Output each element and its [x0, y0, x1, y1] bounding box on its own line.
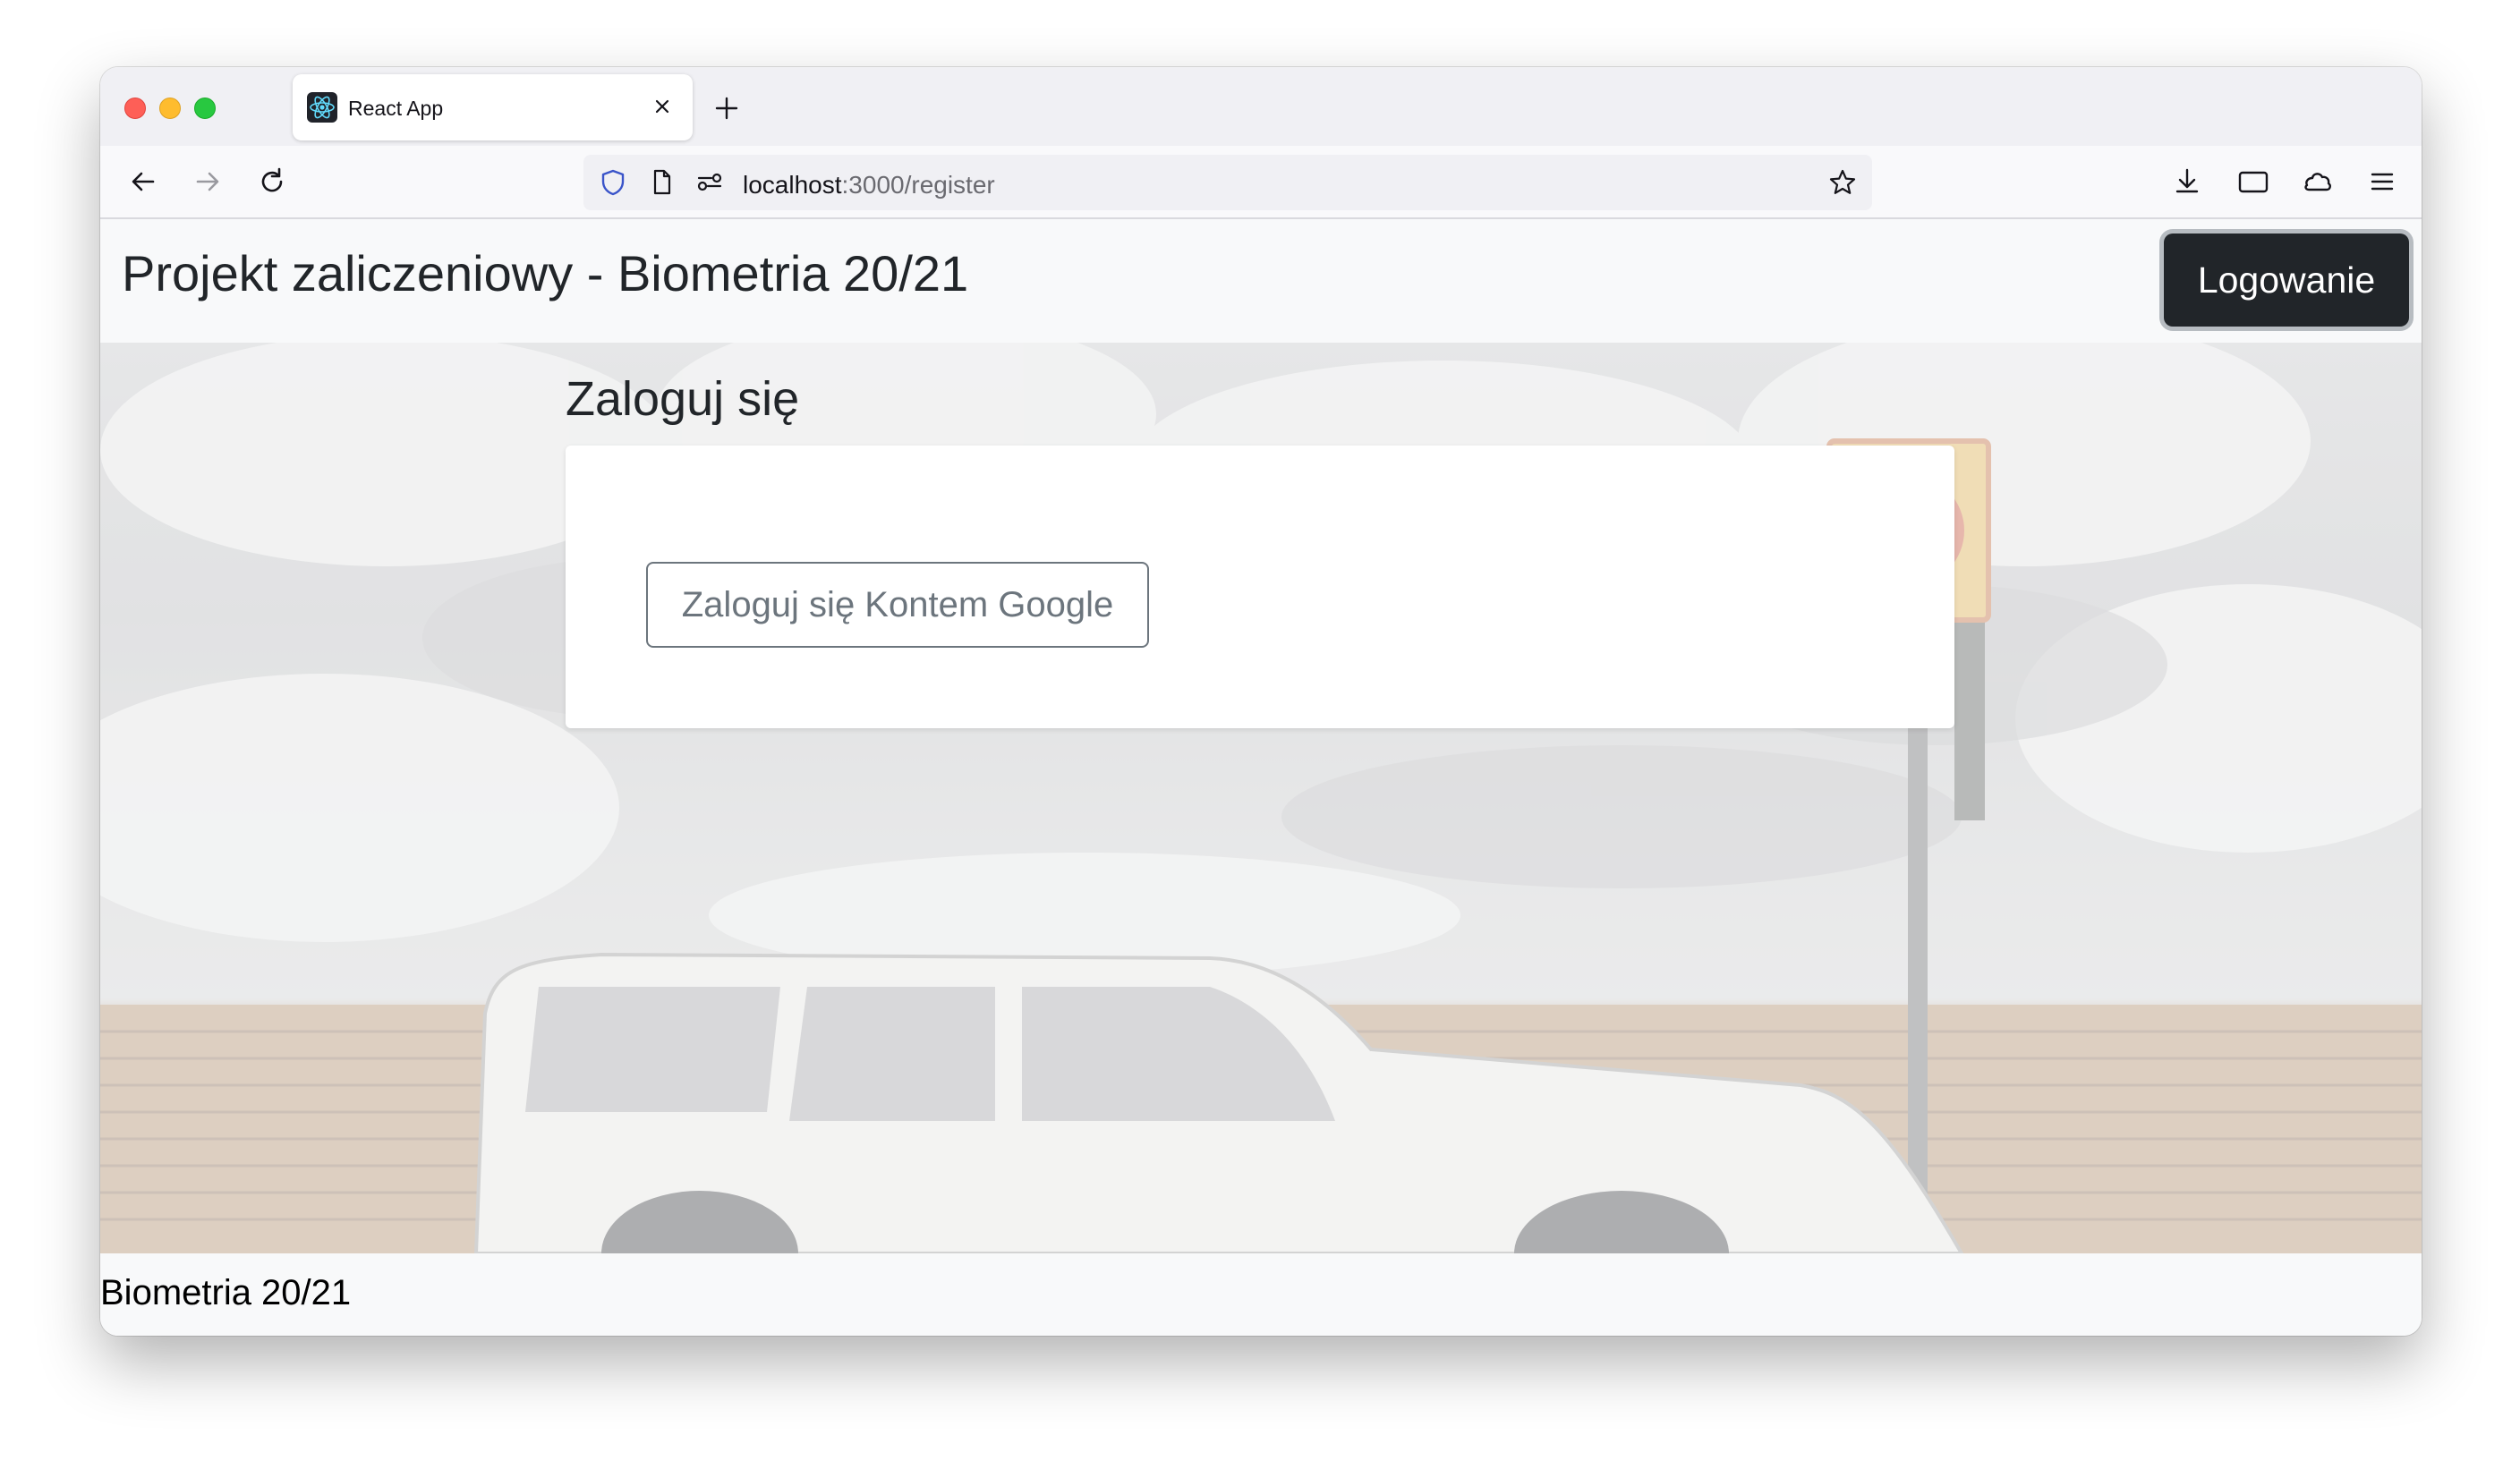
react-logo-icon	[307, 92, 337, 123]
star-icon[interactable]	[1827, 167, 1858, 198]
arrow-right-icon[interactable]	[190, 164, 226, 200]
navigation-toolbar: localhost:3000/register	[100, 146, 2422, 219]
download-icon[interactable]	[2169, 164, 2205, 200]
shield-icon[interactable]	[598, 167, 628, 198]
permissions-icon[interactable]	[694, 167, 725, 198]
page-content: Projekt zaliczeniowy - Biometria 20/21 L…	[100, 219, 2422, 1336]
maximize-window-button[interactable]	[194, 98, 216, 119]
url-path: :3000/register	[841, 171, 995, 199]
login-card: Zaloguj się Kontem Google	[566, 446, 1954, 728]
hamburger-menu-icon[interactable]	[2364, 164, 2400, 200]
login-heading: Zaloguj się	[566, 372, 800, 426]
new-tab-button[interactable]	[709, 90, 745, 126]
browser-tab[interactable]: React App	[293, 74, 693, 140]
login-button[interactable]: Logowanie	[2164, 234, 2409, 327]
url-bar[interactable]: localhost:3000/register	[583, 155, 1872, 210]
reload-icon[interactable]	[254, 164, 290, 200]
tab-strip: React App	[100, 67, 2422, 146]
close-tab-icon[interactable]	[646, 90, 678, 123]
url-host: localhost	[743, 171, 842, 199]
sidebar-icon[interactable]	[2235, 164, 2271, 200]
app-header: Projekt zaliczeniowy - Biometria 20/21 L…	[100, 219, 2422, 343]
arrow-left-icon[interactable]	[125, 164, 161, 200]
page-title[interactable]: Projekt zaliczeniowy - Biometria 20/21	[122, 244, 968, 302]
tab-title: React App	[348, 97, 444, 120]
close-window-button[interactable]	[124, 98, 146, 119]
document-icon[interactable]	[646, 167, 677, 198]
minimize-window-button[interactable]	[159, 98, 181, 119]
footer-text: Biometria 20/21	[100, 1273, 352, 1312]
browser-window: React App localhost:3000/register Projek…	[100, 67, 2422, 1336]
google-login-button[interactable]: Zaloguj się Kontem Google	[646, 562, 1149, 648]
url-text: localhost:3000/register	[743, 171, 995, 200]
cloud-icon[interactable]	[2300, 164, 2336, 200]
footer: Biometria 20/21	[100, 1253, 2422, 1336]
